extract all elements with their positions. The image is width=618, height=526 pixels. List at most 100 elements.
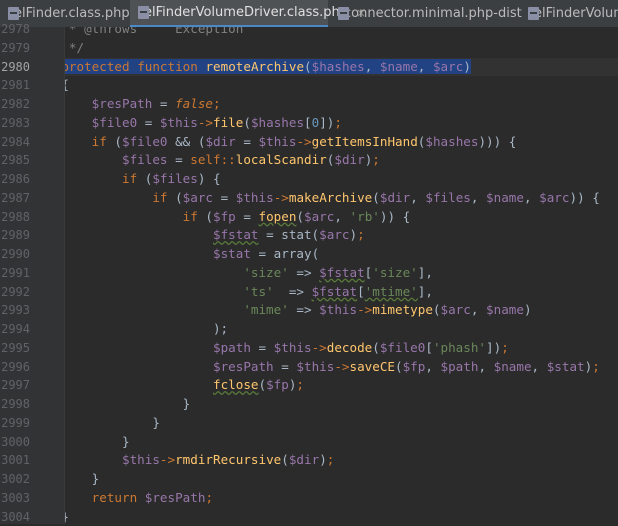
code-line[interactable]: if ($fp = fopen($arc, 'rb')) { bbox=[65, 208, 410, 227]
code-token: rmdirRecursive bbox=[175, 452, 281, 467]
code-line[interactable]: if ($file0 && ($dir = $this->getItemsInH… bbox=[65, 133, 516, 152]
code-token: ( bbox=[296, 209, 304, 224]
code-line[interactable]: 'ts' => $fstat['mtime'], bbox=[65, 283, 433, 302]
code-token: $this bbox=[259, 134, 297, 149]
code-token: Exception bbox=[137, 27, 243, 36]
code-line[interactable]: return $resPath; bbox=[65, 489, 213, 508]
code-line[interactable]: protected function remoteArchive($hashes… bbox=[65, 58, 471, 77]
code-token: [ bbox=[304, 115, 312, 130]
code-token: ; bbox=[592, 359, 600, 374]
code-token: 'size' bbox=[372, 265, 418, 280]
code-line[interactable]: } bbox=[65, 508, 69, 525]
code-token bbox=[65, 284, 243, 299]
code-token: => bbox=[274, 284, 312, 299]
code-token: ( bbox=[372, 340, 380, 355]
code-token: ( bbox=[243, 115, 251, 130]
code-token: $fstat bbox=[319, 265, 365, 280]
code-token: $name bbox=[494, 359, 532, 374]
code-token bbox=[65, 152, 122, 167]
code-token: $this bbox=[122, 452, 160, 467]
code-token: )) { bbox=[380, 209, 410, 224]
line-number: 2990 bbox=[0, 245, 30, 264]
line-number: 3000 bbox=[0, 433, 30, 452]
code-token: [ bbox=[425, 340, 433, 355]
code-token: ( bbox=[258, 377, 266, 392]
code-editor[interactable]: * @throws Exception */ protected functio… bbox=[65, 27, 618, 524]
tab-label: elFinderVolumeDriver.class.php bbox=[144, 5, 348, 20]
code-line[interactable]: $path = $this->decode($file0['phash']); bbox=[65, 339, 509, 358]
code-line[interactable]: 'size' => $fstat['size'], bbox=[65, 264, 433, 283]
code-line[interactable]: if ($files) { bbox=[65, 170, 221, 189]
code-line[interactable]: $resPath = false; bbox=[65, 95, 221, 114]
line-number: 3003 bbox=[0, 489, 30, 508]
code-token: , bbox=[410, 190, 425, 205]
code-line[interactable]: } bbox=[65, 414, 160, 433]
code-token: $this bbox=[236, 190, 274, 205]
tab-3[interactable]: elFinderVolume bbox=[520, 0, 618, 27]
code-line[interactable]: $resPath = $this->saveCE($fp, $path, $na… bbox=[65, 358, 600, 377]
line-number: 2985 bbox=[0, 151, 30, 170]
line-number: 2993 bbox=[0, 301, 30, 320]
code-token: ]) bbox=[486, 340, 501, 355]
code-token: ( bbox=[198, 209, 213, 224]
code-token: , bbox=[471, 302, 486, 317]
code-token: return bbox=[92, 490, 138, 505]
code-line[interactable]: $files = self::localScandir($dir); bbox=[65, 151, 380, 170]
code-token: = bbox=[236, 209, 259, 224]
tab-label: connector.minimal.php-dist bbox=[344, 6, 522, 21]
code-token: ); bbox=[65, 321, 228, 336]
tab-1[interactable]: elFinderVolumeDriver.class.php× bbox=[130, 0, 328, 27]
code-token: -> bbox=[198, 115, 213, 130]
code-line[interactable]: } bbox=[65, 470, 99, 489]
code-token: = bbox=[168, 152, 191, 167]
code-token: ; bbox=[372, 152, 380, 167]
code-token: file bbox=[213, 115, 243, 130]
code-token: $arc bbox=[441, 302, 471, 317]
code-token: $arc bbox=[304, 209, 334, 224]
code-token: ) bbox=[524, 302, 532, 317]
code-line[interactable]: * @throws Exception bbox=[65, 27, 243, 39]
code-token: ], bbox=[418, 284, 433, 299]
code-token: ( bbox=[395, 359, 403, 374]
code-token: $path bbox=[441, 359, 479, 374]
code-line[interactable]: $fstat = stat($arc); bbox=[65, 226, 365, 245]
code-line[interactable]: fclose($fp); bbox=[65, 376, 304, 395]
code-line[interactable]: } bbox=[65, 433, 130, 452]
code-token: , bbox=[471, 190, 486, 205]
code-token: } bbox=[65, 434, 130, 449]
code-line[interactable]: */ bbox=[65, 39, 84, 58]
line-number: 2995 bbox=[0, 339, 30, 358]
code-token: if bbox=[122, 171, 137, 186]
code-token: )) { bbox=[569, 190, 599, 205]
code-line[interactable]: } bbox=[65, 395, 190, 414]
code-token: ; bbox=[501, 340, 509, 355]
code-token: $resPath bbox=[92, 96, 153, 111]
code-token: getItemsInHand bbox=[312, 134, 418, 149]
code-token: $name bbox=[380, 59, 418, 74]
code-line[interactable]: $stat = array( bbox=[65, 245, 319, 264]
code-token: $files bbox=[152, 171, 198, 186]
code-line[interactable]: $this->rmdirRecursive($dir); bbox=[65, 451, 334, 470]
code-line[interactable]: 'mime' => $this->mimetype($arc, $name) bbox=[65, 301, 532, 320]
code-token: decode bbox=[327, 340, 373, 355]
code-line[interactable]: $file0 = $this->file($hashes[0]); bbox=[65, 114, 342, 133]
line-number: 2984 bbox=[0, 133, 30, 152]
code-token bbox=[65, 171, 122, 186]
code-line[interactable]: { bbox=[65, 76, 69, 95]
code-token: $hashes bbox=[425, 134, 478, 149]
code-token: $dir bbox=[289, 452, 319, 467]
code-token bbox=[65, 115, 92, 130]
code-token: function bbox=[137, 59, 198, 74]
tab-2[interactable]: connector.minimal.php-dist× bbox=[330, 0, 518, 27]
line-number: 2991 bbox=[0, 264, 30, 283]
line-number: 3001 bbox=[0, 451, 30, 470]
code-token bbox=[65, 340, 213, 355]
code-line[interactable]: if ($arc = $this->makeArchive($dir, $fil… bbox=[65, 189, 600, 208]
code-token: $dir bbox=[380, 190, 410, 205]
code-token: -> bbox=[312, 340, 327, 355]
code-token: $hashes bbox=[251, 115, 304, 130]
code-token: $fp bbox=[213, 209, 236, 224]
code-token: $hashes bbox=[312, 59, 365, 74]
code-line[interactable]: ); bbox=[65, 320, 228, 339]
code-token: ]) bbox=[319, 115, 334, 130]
